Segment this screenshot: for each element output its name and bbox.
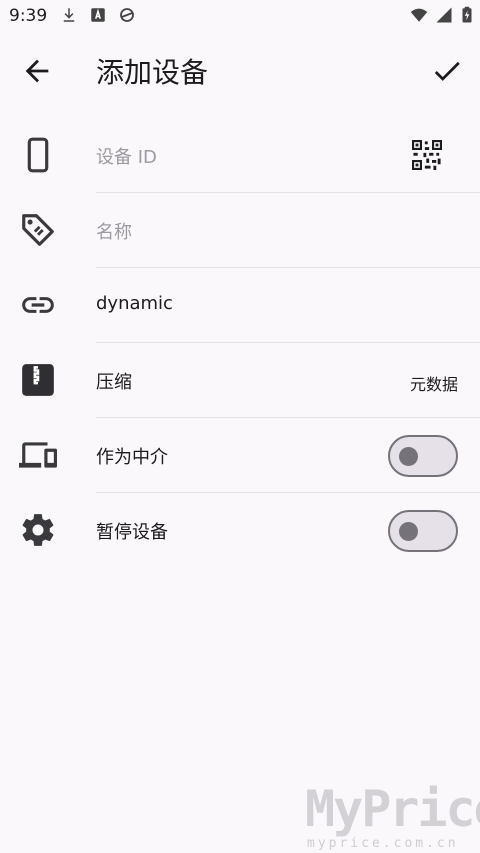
add-device-screen: 9:39 添加设备 设备 ID 名称 dynamic 压缩 元数据 作为中介 暂… [0, 0, 480, 853]
devices-icon [19, 442, 57, 468]
watermark: MyPrice myprice.com.cn [305, 780, 480, 851]
page-title: 添加设备 [96, 56, 209, 89]
watermark-brand: MyPrice [305, 780, 480, 838]
link-icon [22, 297, 54, 313]
watermark-domain: myprice.com.cn [307, 836, 459, 851]
signal-icon [436, 7, 452, 23]
battery-charging-icon [462, 6, 472, 23]
paused-switch[interactable] [388, 510, 458, 552]
tag-icon [22, 214, 54, 246]
introducer-wrap: 作为中介 [96, 418, 480, 493]
device-name-field-wrap: 名称 [96, 193, 480, 268]
gear-icon [22, 514, 54, 546]
address-row[interactable]: dynamic [0, 268, 480, 343]
phone-icon [27, 137, 49, 173]
download-icon [63, 8, 75, 22]
device-id-field-wrap: 设备 ID [96, 118, 480, 193]
app-bar: 添加设备 [0, 34, 480, 106]
introducer-label: 作为中介 [96, 447, 168, 468]
arrow-left-icon[interactable] [20, 54, 54, 88]
qr-code-icon[interactable] [412, 140, 442, 170]
compression-row[interactable]: 压缩 元数据 [0, 343, 480, 418]
a-box-icon [91, 8, 105, 22]
introducer-row: 作为中介 [0, 418, 480, 493]
device-name-row: 名称 [0, 193, 480, 268]
paused-row: 暂停设备 [0, 493, 480, 568]
compression-value: 元数据 [409, 375, 458, 394]
paused-switch-thumb [399, 522, 418, 541]
device-name-input[interactable]: 名称 [96, 218, 132, 244]
check-icon[interactable] [430, 54, 464, 88]
compression-label: 压缩 [96, 372, 132, 393]
introducer-switch[interactable] [388, 435, 458, 477]
archive-icon [22, 364, 54, 396]
compression-wrap: 压缩 元数据 [96, 343, 480, 418]
status-bar: 9:39 [0, 0, 480, 34]
introducer-switch-thumb [399, 447, 418, 466]
status-time: 9:39 [9, 6, 48, 26]
paused-wrap: 暂停设备 [96, 493, 480, 568]
paused-label: 暂停设备 [96, 522, 168, 543]
no-sync-icon [120, 8, 134, 22]
wifi-icon [410, 8, 428, 22]
device-id-input[interactable]: 设备 ID [96, 143, 157, 169]
address-field-wrap: dynamic [96, 268, 480, 343]
device-id-row: 设备 ID [0, 118, 480, 193]
address-value[interactable]: dynamic [96, 293, 173, 314]
